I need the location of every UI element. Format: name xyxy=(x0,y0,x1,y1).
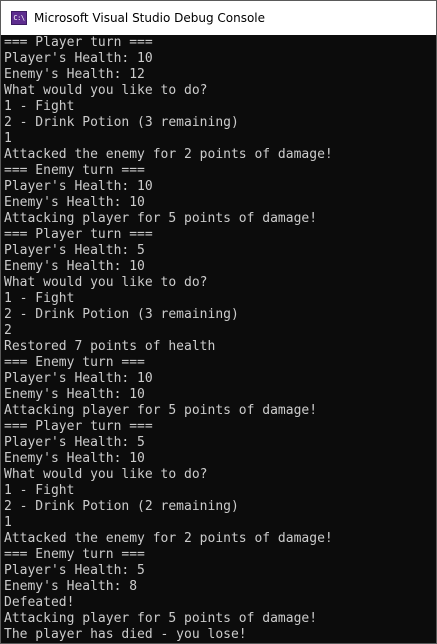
console-line: === Enemy turn === xyxy=(4,163,145,178)
console-output[interactable]: === Player turn === Player's Health: 10 En… xyxy=(4,35,432,643)
window-title: Microsoft Visual Studio Debug Console xyxy=(34,11,266,25)
title-bar[interactable]: C:\ Microsoft Visual Studio Debug Consol… xyxy=(1,1,436,35)
console-line: Defeated! xyxy=(4,595,75,610)
console-line: What would you like to do? xyxy=(4,467,208,482)
console-line: Attacking player for 5 points of damage! xyxy=(4,403,318,418)
console-line: 1 - Fight xyxy=(4,99,75,114)
console-line: 1 - Fight xyxy=(4,291,75,306)
console-line: Player's Health: 10 xyxy=(4,51,153,66)
console-line: Enemy's Health: 10 xyxy=(4,195,145,210)
console-line: Enemy's Health: 12 xyxy=(4,67,145,82)
console-line: === Player turn === xyxy=(4,419,153,434)
console-line: What would you like to do? xyxy=(4,83,208,98)
console-line: Player's Health: 5 xyxy=(4,563,145,578)
console-line: 2 - Drink Potion (3 remaining) xyxy=(4,307,239,322)
console-line: 1 - Fight xyxy=(4,483,75,498)
console-line: Player's Health: 10 xyxy=(4,179,153,194)
console-line: === Player turn === xyxy=(4,35,153,50)
console-line: === Enemy turn === xyxy=(4,547,145,562)
console-app-icon-glyph: C:\ xyxy=(13,13,25,22)
console-app-icon: C:\ xyxy=(11,11,27,25)
console-line: 1 xyxy=(4,131,12,146)
console-line: === Enemy turn === xyxy=(4,355,145,370)
console-line: Enemy's Health: 10 xyxy=(4,451,145,466)
console-line: 2 - Drink Potion (3 remaining) xyxy=(4,115,239,130)
console-line: Player's Health: 10 xyxy=(4,371,153,386)
console-line: 1 xyxy=(4,515,12,530)
console-line: Attacked the enemy for 2 points of damag… xyxy=(4,531,333,546)
console-line: Player's Health: 5 xyxy=(4,435,145,450)
console-line: === Player turn === xyxy=(4,227,153,242)
console-line: 2 xyxy=(4,323,12,338)
console-line: Restored 7 points of health xyxy=(4,339,216,354)
console-line: Player's Health: 5 xyxy=(4,243,145,258)
console-line: The player has died - you lose! xyxy=(4,627,247,642)
console-line: Attacking player for 5 points of damage! xyxy=(4,611,318,626)
console-line: Attacked the enemy for 2 points of damag… xyxy=(4,147,333,162)
console-line: What would you like to do? xyxy=(4,275,208,290)
console-line: Enemy's Health: 10 xyxy=(4,387,145,402)
console-line: 2 - Drink Potion (2 remaining) xyxy=(4,499,239,514)
console-line: Enemy's Health: 10 xyxy=(4,259,145,274)
debug-console-window: C:\ Microsoft Visual Studio Debug Consol… xyxy=(0,0,437,644)
vertical-scrollbar[interactable] xyxy=(432,35,436,643)
console-line: Enemy's Health: 8 xyxy=(4,579,138,594)
console-line: Attacking player for 5 points of damage! xyxy=(4,211,318,226)
